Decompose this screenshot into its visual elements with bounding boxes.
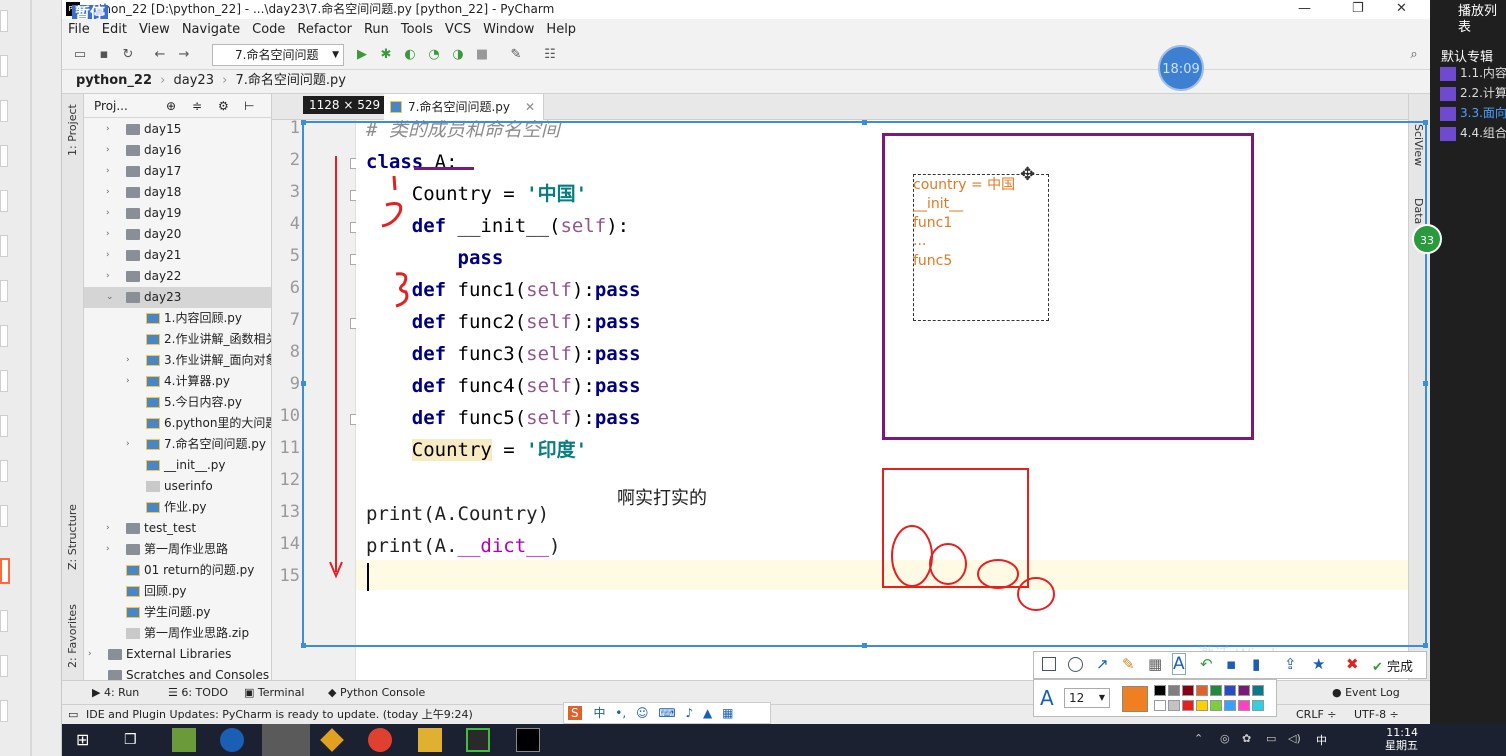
color-swatch[interactable] [1224,685,1236,696]
keyboard-icon[interactable]: ⌨ [658,706,675,720]
floating-counter-badge[interactable]: 33 [1412,224,1442,254]
task-view-icon[interactable]: ❒ [124,728,148,752]
color-swatch[interactable] [1238,700,1250,711]
annotation-style-panel: A 12 ▼ [1033,679,1277,717]
playlist-item[interactable]: 4.4.组合 [1440,126,1506,141]
color-swatch[interactable] [1154,685,1166,696]
color-swatch[interactable] [1224,700,1236,711]
mp4-icon [1440,66,1456,81]
current-color-swatch[interactable] [1122,686,1148,712]
toolbox-icon[interactable]: ▦ [722,706,733,720]
volume-icon[interactable]: ◁) [1288,732,1301,745]
pin-icon[interactable]: ▮ [1252,655,1260,673]
color-swatch[interactable] [1182,700,1194,711]
color-swatch[interactable] [1168,700,1180,711]
windows-start-icon[interactable]: ⊞ [76,728,100,752]
font-icon: A [1040,686,1054,710]
save-icon[interactable]: ▪ [1226,655,1236,673]
undo-icon[interactable]: ↶ [1200,655,1213,673]
color-swatch[interactable] [1210,685,1222,696]
mp4-icon [1440,106,1456,121]
tray-chevron-icon[interactable]: ⌃ [1194,732,1203,745]
active-app-icon[interactable] [262,724,310,756]
collect-icon[interactable]: ★ [1312,655,1325,673]
ellipse-tool-icon[interactable] [1068,657,1083,672]
arrow-tool-icon[interactable]: ↗ [1096,655,1109,673]
windows-taskbar: ⊞ ❒ ⌃ ◎ ✿ ▭ ◁) 中 11:14 星期五 [62,724,1506,756]
color-swatch[interactable] [1238,685,1250,696]
playlist-title: 播放列表 [1458,4,1498,35]
mosaic-tool-icon[interactable]: ▦ [1148,655,1162,673]
share-icon[interactable]: ⇪ [1284,655,1297,673]
color-swatch[interactable] [1210,700,1222,711]
playlist-item[interactable]: 2.2.计算 [1440,86,1506,101]
punctuation-icon[interactable]: •, [615,706,626,720]
font-size-select[interactable]: 12 ▼ [1064,688,1110,708]
chrome-icon[interactable] [368,728,392,752]
file-explorer-icon[interactable] [418,728,442,752]
kuaibo-icon[interactable] [220,728,244,752]
text-tool-icon[interactable]: A [1172,653,1186,675]
battery-icon[interactable]: ▭ [1266,732,1276,745]
pycharm-taskbar-icon[interactable] [466,728,490,752]
sogou-icon[interactable]: S [568,706,582,720]
clock[interactable]: 11:14 星期五 [1385,726,1418,752]
color-swatch[interactable] [1168,685,1180,696]
color-swatch[interactable] [1182,685,1194,696]
git-icon[interactable] [320,728,344,752]
skin-icon[interactable]: ▲ [703,706,712,720]
done-button[interactable]: ✔ 完成 [1372,656,1413,675]
ime-toolbar: S 中 •, ☺ ⌨ ♪ ▲ ▦ [563,702,771,724]
color-swatch[interactable] [1196,700,1208,711]
emoji-icon[interactable]: ☺ [636,706,649,720]
annotation-toolbar: ↗ ✎ ▦ A ↶ ▪ ▮ ⇪ ★ ✖ ✔ 完成 [1033,651,1427,679]
color-swatch[interactable] [1154,700,1166,711]
ime-indicator[interactable]: 中 [1316,732,1327,748]
rectangle-tool-icon[interactable] [1042,657,1056,671]
playlist-item-active[interactable]: 3.3.面向 [1440,106,1506,121]
tray-icon[interactable]: ◎ [1220,732,1230,745]
freehand-annotations [329,156,1055,611]
ime-mode[interactable]: 中 [593,706,605,720]
terminal-taskbar-icon[interactable] [516,728,540,752]
playlist-item[interactable]: 1.1.内容 [1440,66,1506,81]
playlist-album[interactable]: 默认专辑 [1430,36,1506,66]
mp4-icon [1440,126,1456,141]
mp4-icon [1440,86,1456,101]
color-swatch[interactable] [1196,685,1208,696]
color-swatch[interactable] [1252,700,1264,711]
cancel-icon[interactable]: ✖ [1346,655,1359,673]
pen-tool-icon[interactable]: ✎ [1122,655,1135,673]
playlist-panel: 播放列表 默认专辑 1.1.内容 2.2.计算 3.3.面向 4.4.组合 [1430,0,1506,724]
color-swatch[interactable] [1252,685,1264,696]
tray-icon[interactable]: ✿ [1242,732,1251,745]
voice-icon[interactable]: ♪ [686,706,694,720]
notepad-icon[interactable] [172,728,196,752]
